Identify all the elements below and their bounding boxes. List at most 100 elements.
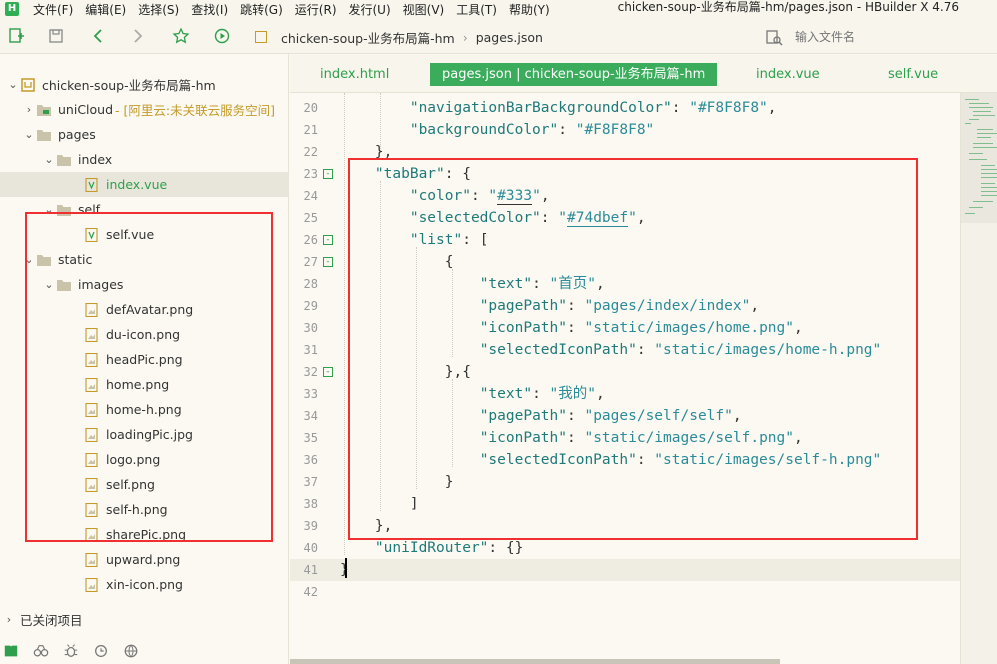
fold-toggle-icon[interactable]: - xyxy=(323,257,333,267)
chevron-down-icon[interactable]: ⌄ xyxy=(42,278,56,292)
cloud-refresh-icon[interactable] xyxy=(92,642,110,660)
code-text: "tabBar": { xyxy=(374,166,471,182)
code-line[interactable]: 26- "list": [ xyxy=(290,229,960,251)
line-number: 41 xyxy=(303,563,318,577)
breadcrumb-project[interactable]: chicken-soup-业务布局篇-hm xyxy=(281,28,455,47)
tab-self-vue[interactable]: self.vue xyxy=(888,63,938,86)
menu-tools[interactable]: 工具(T) xyxy=(450,1,503,18)
minimap-viewport[interactable] xyxy=(961,93,997,223)
chevron-down-icon[interactable]: ⌄ xyxy=(42,203,56,217)
tree-file-self-vue[interactable]: self.vue xyxy=(0,222,289,247)
chevron-down-icon[interactable]: ⌄ xyxy=(42,153,56,167)
menu-run[interactable]: 运行(R) xyxy=(289,1,343,18)
tree-file-image[interactable]: logo.png xyxy=(0,447,289,472)
fold-toggle-icon[interactable]: - xyxy=(323,367,333,377)
book-icon[interactable] xyxy=(2,642,20,660)
menu-goto[interactable]: 跳转(G) xyxy=(234,1,289,18)
chevron-down-icon[interactable]: ⌄ xyxy=(22,253,36,267)
tree-file-image[interactable]: defAvatar.png xyxy=(0,297,289,322)
back-icon[interactable] xyxy=(88,26,108,46)
code-line[interactable]: 32- },{ xyxy=(290,361,960,383)
code-line[interactable]: 40 "uniIdRouter": {} xyxy=(290,537,960,559)
menu-find[interactable]: 查找(I) xyxy=(185,1,234,18)
code-line[interactable]: 24 "color": "#333", xyxy=(290,185,960,207)
tree-project-root[interactable]: ⌄ chicken-soup-业务布局篇-hm xyxy=(0,72,289,97)
new-file-icon[interactable] xyxy=(6,26,26,46)
tree-folder-self[interactable]: ⌄ self xyxy=(0,197,289,222)
menu-help[interactable]: 帮助(Y) xyxy=(503,1,556,18)
tree-file-image[interactable]: sharePic.png xyxy=(0,522,289,547)
tab-index-html[interactable]: index.html xyxy=(320,63,389,86)
menu-file[interactable]: 文件(F) xyxy=(27,1,79,18)
project-square-icon xyxy=(255,31,267,43)
chevron-right-icon[interactable]: › xyxy=(22,103,36,117)
tree-file-image[interactable]: upward.png xyxy=(0,547,289,572)
tab-index-vue[interactable]: index.vue xyxy=(756,63,820,86)
star-icon[interactable] xyxy=(171,26,191,46)
horizontal-scrollbar[interactable] xyxy=(290,659,780,664)
bug-icon[interactable] xyxy=(62,642,80,660)
tree-folder-static[interactable]: ⌄ static xyxy=(0,247,289,272)
forward-icon[interactable] xyxy=(128,26,148,46)
code-line[interactable]: 22 }, xyxy=(290,141,960,163)
code-line[interactable]: 25 "selectedColor": "#74dbef", xyxy=(290,207,960,229)
tree-file-image[interactable]: du-icon.png xyxy=(0,322,289,347)
tree-file-image[interactable]: loadingPic.jpg xyxy=(0,422,289,447)
line-number: 40 xyxy=(303,541,318,555)
tree-file-image[interactable]: xin-icon.png xyxy=(0,572,289,597)
tree-file-image[interactable]: self-h.png xyxy=(0,497,289,522)
tab-pages-json[interactable]: pages.json | chicken-soup-业务布局篇-hm xyxy=(430,63,718,86)
vue-file-icon xyxy=(84,177,100,192)
closed-projects-section[interactable]: › 已关闭项目 xyxy=(0,608,289,630)
code-line[interactable]: 35 "iconPath": "static/images/self.png", xyxy=(290,427,960,449)
chevron-down-icon[interactable]: ⌄ xyxy=(6,78,20,92)
minimap[interactable] xyxy=(960,93,997,664)
code-line[interactable]: 29 "pagePath": "pages/index/index", xyxy=(290,295,960,317)
menu-publish[interactable]: 发行(U) xyxy=(343,1,397,18)
code-text: ] xyxy=(340,496,419,512)
code-text: "backgroundColor": "#F8F8F8" xyxy=(409,122,655,138)
tree-file-image[interactable]: home-h.png xyxy=(0,397,289,422)
tree-folder-index[interactable]: ⌄ index xyxy=(0,147,289,172)
code-line[interactable]: 38 ] xyxy=(290,493,960,515)
tree-folder-pages[interactable]: ⌄ pages xyxy=(0,122,289,147)
fold-toggle-icon[interactable]: - xyxy=(323,235,333,245)
tree-file-index-vue[interactable]: index.vue xyxy=(0,172,289,197)
save-icon[interactable] xyxy=(46,26,66,46)
file-search-input[interactable] xyxy=(795,30,975,44)
file-search[interactable] xyxy=(765,26,997,48)
chevron-right-icon[interactable]: › xyxy=(2,612,16,626)
binoculars-icon[interactable] xyxy=(32,642,50,660)
code-line[interactable]: 30 "iconPath": "static/images/home.png", xyxy=(290,317,960,339)
code-line[interactable]: 20 "navigationBarBackgroundColor": "#F8F… xyxy=(290,97,960,119)
run-icon[interactable] xyxy=(212,26,232,46)
tree-folder-unicloud[interactable]: › uniCloud - [阿里云:未关联云服务空间] xyxy=(0,97,289,122)
code-line[interactable]: 39 }, xyxy=(290,515,960,537)
menu-view[interactable]: 视图(V) xyxy=(397,1,451,18)
tree-file-image[interactable]: self.png xyxy=(0,472,289,497)
code-line[interactable]: 27- { xyxy=(290,251,960,273)
code-line[interactable]: 28 "text": "首页", xyxy=(290,273,960,295)
tree-file-image[interactable]: headPic.png xyxy=(0,347,289,372)
code-line[interactable]: 41} xyxy=(290,559,960,581)
code-text: "iconPath": "static/images/self.png", xyxy=(479,430,803,446)
code-line[interactable]: 36 "selectedIconPath": "static/images/se… xyxy=(290,449,960,471)
code-line[interactable]: 37 } xyxy=(290,471,960,493)
code-line[interactable]: 33 "text": "我的", xyxy=(290,383,960,405)
fold-toggle-icon[interactable]: - xyxy=(323,169,333,179)
code-line[interactable]: 21 "backgroundColor": "#F8F8F8" xyxy=(290,119,960,141)
code-line[interactable]: 34 "pagePath": "pages/self/self", xyxy=(290,405,960,427)
menu-select[interactable]: 选择(S) xyxy=(132,1,185,18)
hbuilder-logo-icon: H xyxy=(5,2,19,16)
tree-folder-images[interactable]: ⌄ images xyxy=(0,272,289,297)
code-line[interactable]: 23- "tabBar": { xyxy=(290,163,960,185)
globe-icon[interactable] xyxy=(122,642,140,660)
chevron-down-icon[interactable]: ⌄ xyxy=(22,128,36,142)
breadcrumb-file[interactable]: pages.json xyxy=(476,30,543,45)
line-number: 22 xyxy=(303,145,318,159)
tree-file-image[interactable]: home.png xyxy=(0,372,289,397)
menu-edit[interactable]: 编辑(E) xyxy=(79,1,132,18)
code-editor[interactable]: 20 "navigationBarBackgroundColor": "#F8F… xyxy=(290,93,960,664)
code-line[interactable]: 42 xyxy=(290,581,960,603)
code-line[interactable]: 31 "selectedIconPath": "static/images/ho… xyxy=(290,339,960,361)
